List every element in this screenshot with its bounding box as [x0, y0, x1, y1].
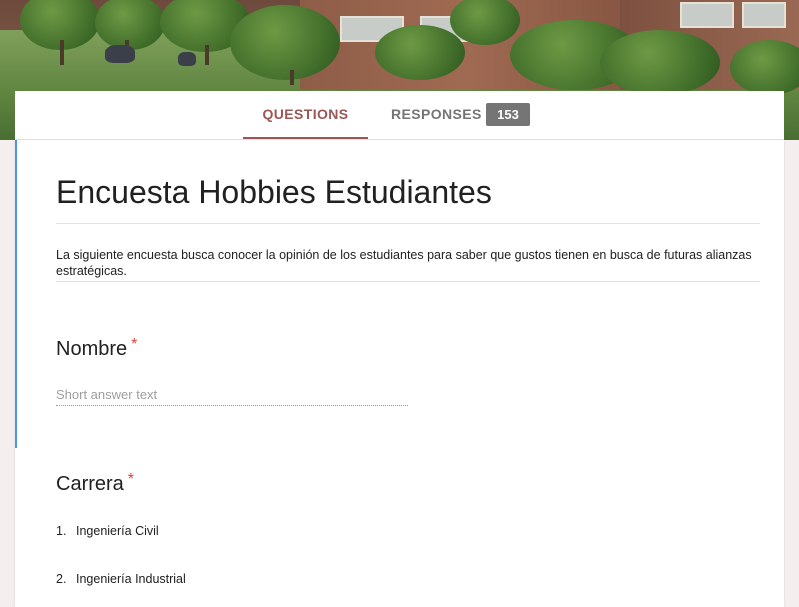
option-label: Ingeniería Civil — [76, 524, 159, 538]
question-title-carrera[interactable]: Carrera * — [56, 471, 135, 496]
required-asterisk: * — [131, 336, 138, 353]
focus-accent-bar — [15, 140, 17, 448]
list-option-1[interactable]: 1. Ingeniería Civil — [56, 524, 159, 538]
tab-bar: QUESTIONS RESPONSES 153 — [15, 91, 784, 140]
title-underline — [56, 223, 760, 224]
required-asterisk: * — [127, 471, 135, 488]
question-title-label: Carrera — [56, 473, 124, 495]
form-description[interactable]: La siguiente encuesta busca conocer la o… — [56, 247, 756, 279]
option-number: 2. — [56, 572, 67, 586]
tab-questions[interactable]: QUESTIONS — [243, 91, 368, 139]
option-number: 1. — [56, 524, 67, 538]
question-title-nombre[interactable]: Nombre * — [56, 336, 138, 361]
form-editor: Encuesta Hobbies Estudiantes La siguient… — [15, 140, 784, 607]
short-answer-field: Short answer text — [56, 387, 408, 406]
question-title-label: Nombre — [56, 338, 128, 360]
description-underline — [56, 281, 760, 282]
tab-responses[interactable]: RESPONSES — [391, 91, 482, 137]
option-label: Ingeniería Industrial — [76, 572, 186, 586]
form-title[interactable]: Encuesta Hobbies Estudiantes — [56, 174, 492, 211]
responses-count-badge: 153 — [486, 103, 530, 126]
list-option-2[interactable]: 2. Ingeniería Industrial — [56, 572, 186, 586]
